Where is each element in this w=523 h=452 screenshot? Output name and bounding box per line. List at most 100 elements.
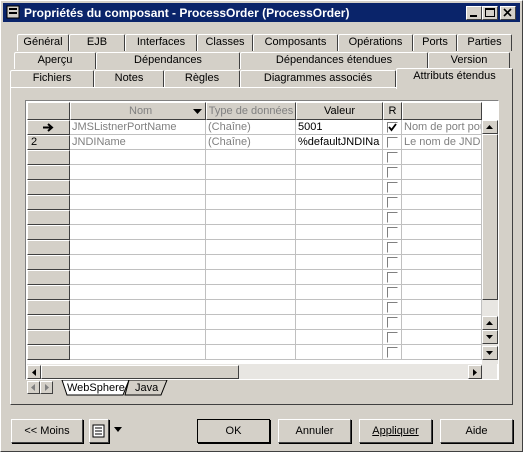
tab-fichiers[interactable]: Fichiers	[10, 70, 94, 87]
empty-cell[interactable]	[206, 150, 296, 165]
empty-cell[interactable]	[70, 180, 206, 195]
empty-cell[interactable]	[206, 255, 296, 270]
horizontal-scroll-thumb[interactable]	[41, 365, 239, 379]
empty-row-header[interactable]	[27, 330, 70, 345]
scroll-up-button-2[interactable]	[482, 316, 498, 330]
empty-row-checkbox[interactable]	[387, 152, 398, 163]
cancel-button[interactable]: Annuler	[278, 419, 351, 443]
empty-row-header[interactable]	[27, 150, 70, 165]
empty-cell[interactable]	[402, 255, 482, 270]
empty-cell[interactable]	[206, 285, 296, 300]
tab-dependances-etendues[interactable]: Dépendances étendues	[240, 52, 428, 69]
empty-cell[interactable]	[206, 195, 296, 210]
empty-row-header[interactable]	[27, 300, 70, 315]
empty-row-checkbox[interactable]	[387, 287, 398, 298]
tab-classes[interactable]: Classes	[197, 34, 253, 51]
row-2-description[interactable]: Le nom de JNDI	[402, 135, 482, 150]
empty-row-checkbox[interactable]	[387, 332, 398, 343]
tab-composants[interactable]: Composants	[253, 34, 338, 51]
properties-menu-button[interactable]	[89, 419, 109, 443]
scroll-left-button[interactable]	[27, 365, 41, 379]
empty-cell[interactable]	[402, 165, 482, 180]
apply-button[interactable]: Appliquer	[359, 419, 432, 443]
empty-cell[interactable]	[402, 270, 482, 285]
empty-cell[interactable]	[402, 180, 482, 195]
empty-cell[interactable]	[402, 345, 482, 360]
maximize-button[interactable]	[482, 6, 498, 20]
tab-apercu[interactable]: Aperçu	[14, 52, 96, 69]
title-bar[interactable]: Propriétés du composant - ProcessOrder (…	[3, 3, 520, 22]
column-header-nom[interactable]: Nom	[70, 102, 206, 120]
empty-row-header[interactable]	[27, 195, 70, 210]
sheet-prev-button[interactable]	[27, 381, 40, 394]
empty-cell[interactable]	[70, 255, 206, 270]
column-header-type[interactable]: Type de données	[206, 102, 296, 120]
tab-ejb[interactable]: EJB	[69, 34, 125, 51]
row-1-name[interactable]: JMSListnerPortName	[70, 120, 206, 135]
empty-row-checkbox[interactable]	[387, 317, 398, 328]
sheet-tab-websphere[interactable]: WebSphere	[67, 382, 125, 394]
empty-cell[interactable]	[70, 165, 206, 180]
tab-dependances[interactable]: Dépendances	[96, 52, 240, 69]
empty-cell[interactable]	[206, 330, 296, 345]
empty-cell[interactable]	[402, 150, 482, 165]
empty-cell[interactable]	[70, 300, 206, 315]
empty-row-checkbox[interactable]	[387, 212, 398, 223]
empty-cell[interactable]	[296, 195, 383, 210]
empty-row-checkbox[interactable]	[387, 167, 398, 178]
empty-cell[interactable]	[402, 240, 482, 255]
empty-row-header[interactable]	[27, 210, 70, 225]
empty-cell[interactable]	[296, 225, 383, 240]
empty-cell[interactable]	[70, 330, 206, 345]
empty-cell[interactable]	[402, 285, 482, 300]
tab-operations[interactable]: Opérations	[338, 34, 413, 51]
empty-cell[interactable]	[70, 285, 206, 300]
empty-cell[interactable]	[206, 240, 296, 255]
row-1-header[interactable]	[27, 120, 70, 135]
empty-row-checkbox[interactable]	[387, 242, 398, 253]
tab-general[interactable]: Général	[17, 34, 69, 51]
row-1-checkbox[interactable]	[387, 122, 398, 133]
empty-cell[interactable]	[402, 300, 482, 315]
scroll-thumb[interactable]	[482, 134, 498, 300]
empty-cell[interactable]	[296, 270, 383, 285]
empty-cell[interactable]	[296, 240, 383, 255]
row-1-type[interactable]: (Chaîne)	[206, 120, 296, 135]
tab-parties[interactable]: Parties	[457, 34, 512, 51]
help-button[interactable]: Aide	[440, 419, 513, 443]
row-1-description[interactable]: Nom de port pou	[402, 120, 482, 135]
row-1-value[interactable]: 5001	[296, 120, 383, 135]
empty-row-checkbox[interactable]	[387, 227, 398, 238]
empty-row-checkbox[interactable]	[387, 302, 398, 313]
empty-cell[interactable]	[402, 330, 482, 345]
scroll-up-button[interactable]	[482, 120, 498, 134]
sheet-next-button[interactable]	[40, 381, 53, 394]
row-2-value[interactable]: %defaultJNDINa	[296, 135, 383, 150]
empty-row-checkbox[interactable]	[387, 182, 398, 193]
empty-cell[interactable]	[296, 150, 383, 165]
scroll-down-button-2[interactable]	[482, 346, 498, 360]
empty-row-header[interactable]	[27, 315, 70, 330]
column-header-description[interactable]	[402, 102, 482, 120]
empty-cell[interactable]	[296, 210, 383, 225]
empty-cell[interactable]	[70, 270, 206, 285]
empty-cell[interactable]	[70, 345, 206, 360]
tab-diagrammes-associes[interactable]: Diagrammes associés	[240, 70, 396, 87]
empty-cell[interactable]	[206, 270, 296, 285]
empty-cell[interactable]	[70, 315, 206, 330]
empty-row-header[interactable]	[27, 255, 70, 270]
minimize-button[interactable]	[466, 6, 482, 20]
empty-cell[interactable]	[296, 345, 383, 360]
column-header-r[interactable]: R	[383, 102, 402, 120]
tab-version[interactable]: Version	[428, 52, 510, 69]
empty-cell[interactable]	[402, 315, 482, 330]
empty-row-header[interactable]	[27, 240, 70, 255]
tab-ports[interactable]: Ports	[413, 34, 457, 51]
empty-row-header[interactable]	[27, 165, 70, 180]
empty-cell[interactable]	[206, 180, 296, 195]
scroll-down-button[interactable]	[482, 330, 498, 344]
empty-cell[interactable]	[70, 195, 206, 210]
empty-cell[interactable]	[402, 195, 482, 210]
empty-cell[interactable]	[296, 255, 383, 270]
empty-row-header[interactable]	[27, 225, 70, 240]
